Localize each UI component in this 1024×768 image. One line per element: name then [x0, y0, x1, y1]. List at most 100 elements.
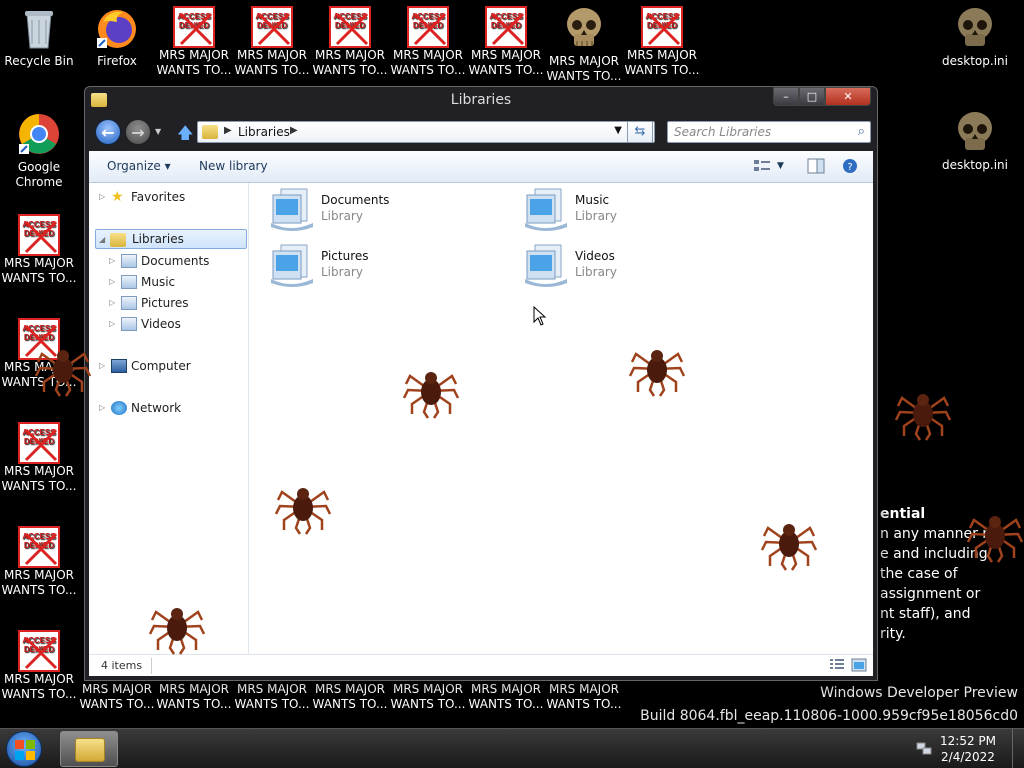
library-name: Documents [321, 193, 390, 207]
search-placeholder: Search Libraries [674, 125, 772, 139]
close-button[interactable]: ✕ [825, 87, 871, 106]
mrs-major-icon[interactable]: ACCESS DENIED MRS MAJOR WANTS TO... [155, 6, 233, 78]
wallpaper-line: rity. [880, 626, 906, 642]
mrs-major-icon[interactable]: ACCESS DENIED MRS MAJOR WANTS TO... [0, 422, 78, 494]
file-list[interactable]: Documents Library Music Library Pictures… [249, 183, 873, 654]
recent-pages-dropdown[interactable]: ▼ [155, 127, 161, 136]
desktop-ini-file[interactable]: desktop.ini [936, 6, 1014, 69]
expand-arrow-icon[interactable]: ▷ [99, 356, 109, 376]
library-pictures[interactable]: Pictures Library [249, 239, 489, 291]
view-options-icon[interactable] [753, 158, 771, 174]
access-denied-icon: ACCESS DENIED [18, 630, 60, 672]
computer-icon [111, 359, 127, 373]
mrs-major-icon[interactable]: MRS MAJOR WANTS TO... [311, 682, 389, 712]
mrs-major-icon[interactable]: ACCESS DENIED MRS MAJOR WANTS TO... [0, 630, 78, 702]
show-desktop-button[interactable] [1012, 729, 1024, 768]
help-icon[interactable]: ? [841, 158, 859, 174]
folder-icon [75, 738, 105, 762]
expand-arrow-icon[interactable]: ▷ [109, 314, 119, 334]
window-title: Libraries [450, 92, 512, 108]
access-denied-icon: ACCESS DENIED [18, 422, 60, 464]
explorer-window[interactable]: Libraries – □ ✕ ← → ▼ 🡅 ▶ Libraries ▶ ▼ … [84, 86, 878, 681]
mrs-major-icon[interactable]: ACCESS DENIED MRS MAJOR WANTS TO... [467, 6, 545, 78]
up-arrow-icon[interactable]: 🡅 [177, 122, 193, 149]
mrs-major-icon[interactable]: MRS MAJOR WANTS TO... [233, 682, 311, 712]
large-icons-view-icon[interactable] [851, 658, 867, 672]
firefox-shortcut[interactable]: Firefox [78, 6, 156, 69]
mrs-major-icon[interactable]: MRS MAJOR WANTS TO... [467, 682, 545, 712]
nav-item-videos[interactable]: ▷ Videos [109, 314, 249, 334]
back-button[interactable]: ← [95, 119, 121, 145]
address-dropdown-icon[interactable]: ▼ [614, 125, 622, 136]
mrs-major-icon[interactable]: ACCESS DENIED MRS MAJOR WANTS TO... [311, 6, 389, 78]
nav-item-network[interactable]: ▷ Network [99, 398, 249, 418]
preview-pane-icon[interactable] [807, 158, 825, 174]
back-arrow-icon: ← [101, 123, 115, 142]
network-tray-icon[interactable] [916, 741, 932, 755]
mrs-major-icon[interactable]: MRS MAJOR WANTS TO... [78, 682, 156, 712]
mrs-major-icon[interactable]: MRS MAJOR WANTS TO... [545, 6, 623, 84]
mrs-major-icon[interactable]: MRS MAJOR WANTS TO... [545, 682, 623, 712]
library-icon [121, 275, 137, 289]
organize-button[interactable]: Organize ▾ [107, 159, 171, 173]
libraries-icon [202, 125, 218, 139]
refresh-button[interactable]: ⇆ [627, 121, 653, 143]
maximize-button[interactable]: □ [799, 87, 825, 106]
search-input[interactable]: Search Libraries ⌕ [667, 121, 871, 143]
libraries-icon [110, 233, 126, 247]
navigation-pane[interactable]: ▷ ★ Favorites ◢ Libraries ▷ Documents ▷ … [89, 183, 249, 654]
address-bar[interactable]: ▶ Libraries ▶ ▼ [197, 121, 655, 143]
search-icon[interactable]: ⌕ [858, 124, 865, 139]
nav-item-pictures[interactable]: ▷ Pictures [109, 293, 249, 313]
view-dropdown-icon[interactable]: ▼ [777, 161, 784, 171]
nav-item-computer[interactable]: ▷ Computer [99, 356, 249, 376]
library-videos[interactable]: Videos Library [503, 239, 743, 291]
expand-arrow-icon[interactable]: ▷ [99, 398, 109, 418]
details-view-icon[interactable] [829, 658, 845, 672]
access-denied-icon: ACCESS DENIED [173, 6, 215, 48]
item-count: 4 items [101, 659, 143, 672]
mrs-major-icon[interactable]: ACCESS DENIED MRS MAJOR WANTS TO... [389, 6, 467, 78]
library-type: Library [321, 209, 363, 223]
library-documents[interactable]: Documents Library [249, 183, 489, 235]
nav-item-documents[interactable]: ▷ Documents [109, 251, 249, 271]
new-library-button[interactable]: New library [199, 159, 268, 173]
mrs-major-icon[interactable]: ACCESS DENIED MRS MAJOR WANTS TO... [623, 6, 701, 78]
access-denied-icon: ACCESS DENIED [329, 6, 371, 48]
network-icon [111, 401, 127, 415]
expand-arrow-icon[interactable]: ▷ [109, 272, 119, 292]
nav-item-favorites[interactable]: ▷ ★ Favorites [99, 187, 249, 207]
library-music[interactable]: Music Library [503, 183, 743, 235]
minimize-button[interactable]: – [773, 87, 799, 106]
mrs-major-icon[interactable]: MRS MAJOR WANTS TO... [389, 682, 467, 712]
access-denied-icon: ACCESS DENIED [251, 6, 293, 48]
collapse-arrow-icon[interactable]: ◢ [99, 230, 109, 250]
system-clock[interactable]: 12:52 PM 2/4/2022 [940, 733, 996, 765]
breadcrumb-separator-icon[interactable]: ▶ [224, 125, 232, 136]
wallpaper-line: assignment or [880, 586, 981, 602]
desktop-ini-file[interactable]: desktop.ini [936, 110, 1014, 173]
mrs-major-icon[interactable]: ACCESS DENIED MRS MAJOR WANTS TO... [0, 526, 78, 598]
forward-button[interactable]: → [125, 119, 151, 145]
library-type: Library [575, 209, 617, 223]
svg-text:?: ? [847, 162, 852, 173]
status-divider [151, 658, 152, 674]
breadcrumb-separator-icon[interactable]: ▶ [290, 125, 298, 136]
mrs-major-icon[interactable]: ACCESS DENIED MRS MAJOR WANTS TO... [233, 6, 311, 78]
taskbar-explorer-button[interactable] [60, 731, 118, 767]
mrs-major-icon[interactable]: MRS MAJOR WANTS TO... [155, 682, 233, 712]
nav-item-music[interactable]: ▷ Music [109, 272, 249, 292]
google-chrome-shortcut[interactable]: Google Chrome [0, 112, 78, 190]
start-button[interactable] [6, 731, 42, 767]
nav-item-libraries[interactable]: ◢ Libraries [95, 229, 247, 249]
title-bar[interactable]: Libraries – □ ✕ [85, 87, 877, 115]
expand-arrow-icon[interactable]: ▷ [109, 251, 119, 271]
watermark-build: Build 8064.fbl_eeap.110806-1000.959cf95e… [640, 708, 1018, 724]
command-bar: Organize ▾ New library ▼ ? [89, 151, 873, 183]
breadcrumb-libraries[interactable]: Libraries [238, 125, 290, 139]
expand-arrow-icon[interactable]: ▷ [109, 293, 119, 313]
mrs-major-icon[interactable]: ACCESS DENIED MRS MAJOR WANTS TO... [0, 214, 78, 286]
recycle-bin-icon[interactable]: Recycle Bin [0, 6, 78, 69]
spider-icon [148, 608, 206, 655]
expand-arrow-icon[interactable]: ▷ [99, 187, 109, 207]
